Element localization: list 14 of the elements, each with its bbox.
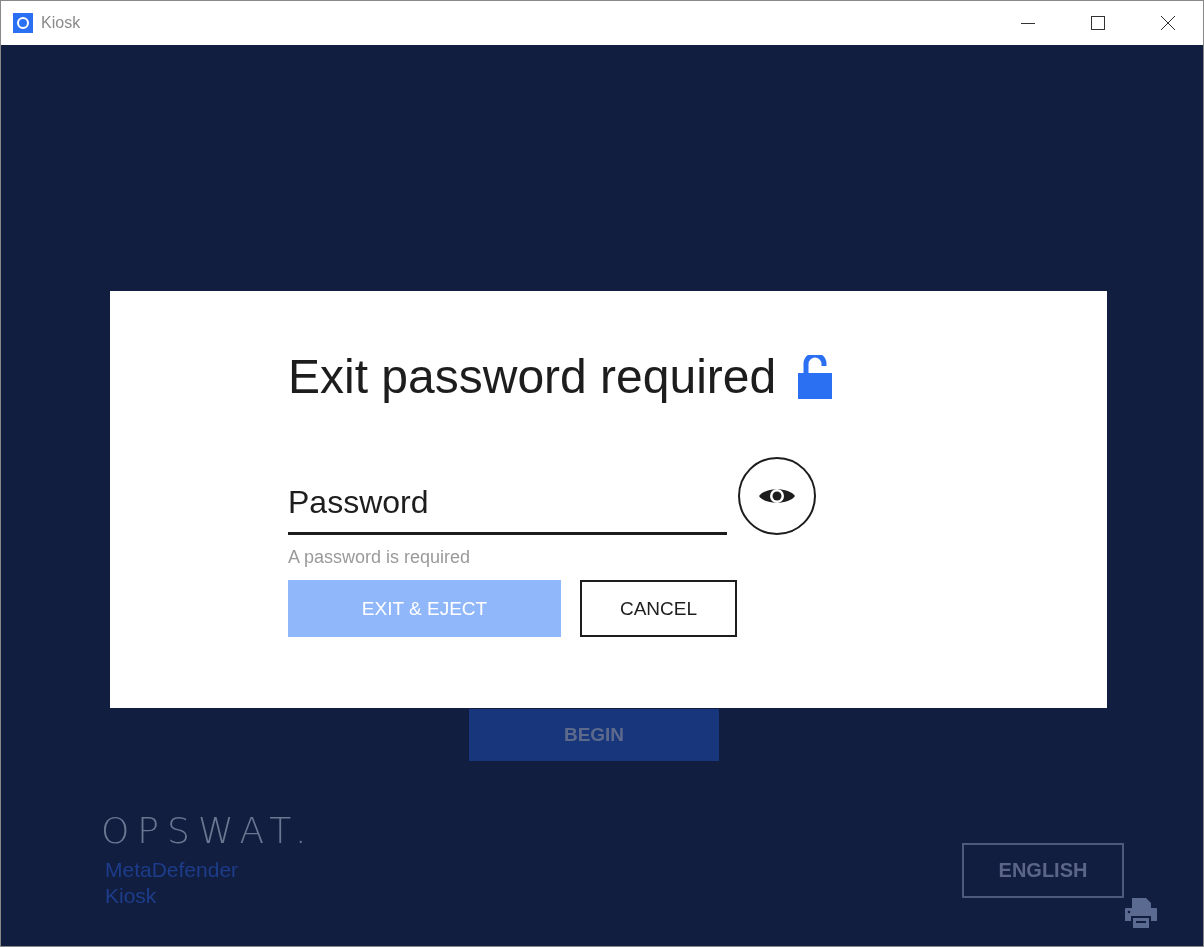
logo-wordmark: OPSWAT. (101, 811, 315, 851)
begin-button[interactable]: BEGIN (469, 709, 719, 761)
language-button[interactable]: ENGLISH (962, 843, 1124, 898)
printer-icon[interactable] (1125, 898, 1157, 928)
cancel-button[interactable]: CANCEL (580, 580, 737, 637)
unlocked-padlock-icon (798, 355, 833, 399)
ring-icon (13, 13, 33, 33)
product-name: MetaDefender (104, 857, 240, 883)
dialog-title: Exit password required (288, 349, 777, 405)
error-message: A password is required (288, 547, 472, 568)
product-name: Kiosk (104, 883, 158, 909)
close-icon[interactable] (1161, 16, 1175, 30)
window-title: Kiosk (41, 14, 81, 32)
maximize-icon[interactable] (1091, 16, 1105, 30)
